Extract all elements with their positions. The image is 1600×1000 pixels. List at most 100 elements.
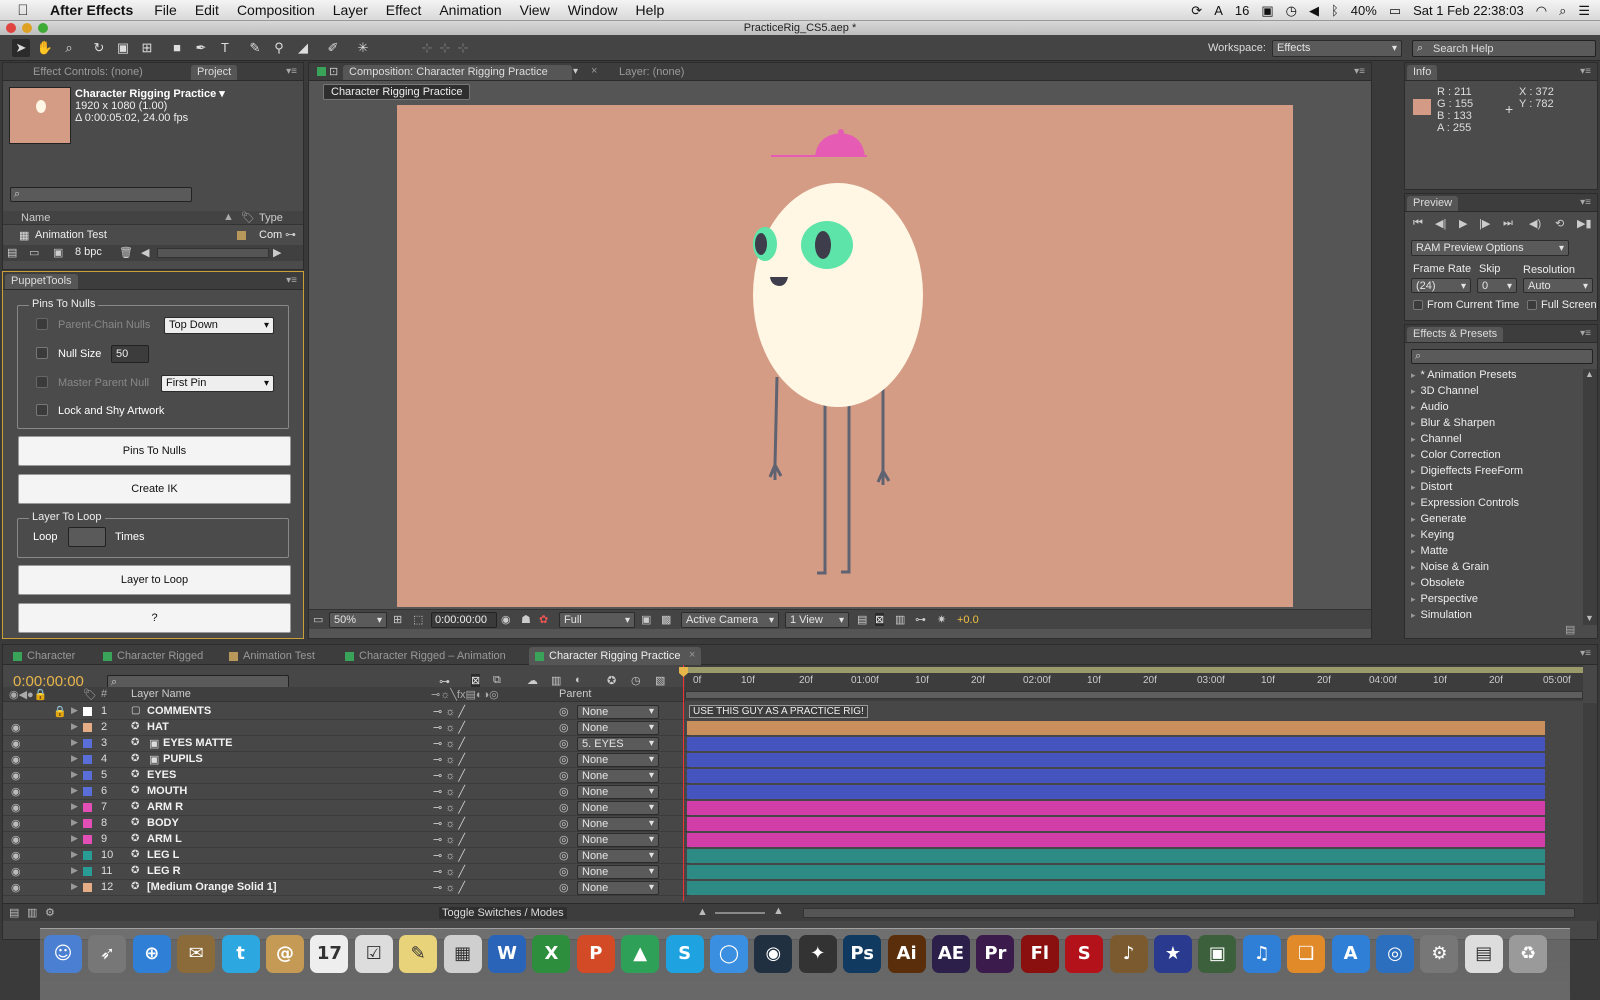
col-layer-name[interactable]: Layer Name (131, 688, 191, 700)
dock-app-icon[interactable]: ⚙ (1420, 935, 1459, 973)
roto-brush-tool-icon[interactable]: ✐ (324, 39, 342, 57)
label-column-icon[interactable]: 🏷 (241, 211, 255, 224)
dock-app-icon[interactable]: ◯ (710, 935, 748, 973)
parent-dropdown[interactable]: None (577, 865, 659, 879)
layer-label-color[interactable] (83, 771, 92, 780)
panel-menu-icon[interactable]: ▾≡ (286, 66, 297, 77)
new-preset-icon[interactable]: ▤ (1565, 623, 1575, 636)
tab-label[interactable]: Character (27, 650, 75, 662)
layer-row[interactable]: ◉ ▶ 11 ✪ LEG R ⊸ ☼ ╱ ◎ None (3, 864, 689, 880)
full-screen-checkbox[interactable] (1527, 300, 1537, 310)
dock-app-icon[interactable]: @ (266, 935, 304, 973)
dock-app-icon[interactable]: AE (932, 935, 970, 973)
character-canvas[interactable] (397, 105, 1293, 607)
layer-switches[interactable]: ⊸ ☼ ╱ (433, 817, 465, 830)
tab-effects-presets[interactable]: Effects & Presets (1407, 327, 1504, 342)
toggle-switches-modes-button[interactable]: Toggle Switches / Modes (439, 907, 567, 919)
expand-layer-icon[interactable]: ▶ (71, 833, 78, 844)
toggle-pixel-aspect-icon[interactable]: ▤ (857, 613, 867, 626)
workspace-dropdown[interactable]: Effects (1272, 40, 1402, 57)
comp-breadcrumb[interactable]: Character Rigging Practice (323, 84, 471, 100)
parent-dropdown[interactable]: None (577, 817, 659, 831)
volume-icon[interactable]: ◀ (1309, 3, 1319, 19)
view-layout-dropdown[interactable]: 1 View (785, 612, 849, 628)
previous-frame-icon[interactable]: ◀| (1435, 217, 1446, 230)
expand-modes-icon[interactable]: ▥ (27, 906, 37, 919)
dock-app-icon[interactable]: S (665, 935, 704, 973)
menu-edit[interactable]: Edit (186, 2, 228, 18)
effect-category[interactable]: Matte (1411, 545, 1449, 557)
eye-icon[interactable]: ◉ (11, 801, 21, 814)
exposure-value[interactable]: +0.0 (957, 614, 979, 626)
dock-app-icon[interactable]: ☺ (44, 935, 82, 973)
pickwhip-icon[interactable]: ◎ (559, 865, 569, 878)
dock-app-icon[interactable]: Ps (843, 935, 882, 973)
tab-effect-controls[interactable]: Effect Controls: (none) (27, 65, 149, 80)
parent-dropdown[interactable]: None (577, 705, 659, 719)
expand-layer-icon[interactable]: ▶ (71, 801, 78, 812)
panel-menu-icon[interactable]: ▾≡ (1580, 66, 1591, 77)
tab-layer[interactable]: Layer: (none) (609, 65, 729, 80)
layer-row[interactable]: ◉ ▶ 12 ✪ [Medium Orange Solid 1] ⊸ ☼ ╱ ◎ None (3, 880, 689, 896)
layer-duration-bar[interactable] (687, 801, 1545, 815)
layer-row[interactable]: 🔒 ▶ 1 ▢ COMMENTS ⊸ ☼ ╱ ◎ None (3, 704, 689, 720)
frame-rate-dropdown[interactable]: (24) (1411, 278, 1471, 294)
axis-world-icon[interactable]: ⊹ (436, 39, 454, 57)
layer-name[interactable]: EYES MATTE (163, 737, 232, 749)
pickwhip-icon[interactable]: ◎ (559, 833, 569, 846)
adobe-icon[interactable]: A (1214, 3, 1223, 18)
layer-label-color[interactable] (83, 883, 92, 892)
notification-icon[interactable]: ☰ (1578, 3, 1590, 19)
layer-row[interactable]: ◉ ▶ 6 ✪ MOUTH ⊸ ☼ ╱ ◎ None (3, 784, 689, 800)
eraser-tool-icon[interactable]: ◢ (294, 39, 312, 57)
flowchart-icon[interactable]: ⊶ (285, 228, 296, 241)
layer-switches[interactable]: ⊸ ☼ ╱ (433, 721, 465, 734)
eye-icon[interactable]: ◉ (11, 753, 21, 766)
dock-app-icon[interactable]: ▲ (621, 935, 660, 973)
parent-chain-checkbox[interactable] (36, 318, 48, 330)
spotlight-icon[interactable]: ⌕ (1559, 3, 1566, 19)
dock-app-icon[interactable]: ✦ (798, 935, 837, 973)
effect-category[interactable]: Obsolete (1411, 577, 1465, 589)
snapshot-icon[interactable]: ◉ (501, 613, 511, 626)
dock-app-icon[interactable]: ➶ (88, 935, 127, 973)
panel-menu-icon[interactable]: ▾≡ (1580, 648, 1591, 659)
project-hscrollbar[interactable] (157, 248, 269, 258)
graph-editor-icon[interactable]: ▧ (655, 674, 665, 687)
layer-switches[interactable]: ⊸ ☼ ╱ (433, 705, 465, 718)
brainstorm-icon[interactable]: ✪ (607, 674, 616, 687)
scroll-down-icon[interactable]: ▼ (1585, 613, 1594, 623)
tab-label[interactable]: Character Rigged (117, 650, 203, 662)
layer-name[interactable]: PUPILS (163, 753, 203, 765)
expand-layer-icon[interactable]: ▶ (71, 737, 78, 748)
layer-row[interactable]: ◉ ▶ 9 ✪ ARM L ⊸ ☼ ╱ ◎ None (3, 832, 689, 848)
eye-icon[interactable]: ◉ (11, 769, 21, 782)
help-button[interactable]: ? (18, 603, 291, 633)
work-area-bar[interactable] (685, 667, 1583, 673)
dock-app-icon[interactable]: X (532, 935, 571, 973)
effect-category[interactable]: Digieffects FreeForm (1411, 465, 1524, 477)
timeline-tab-active[interactable]: Character Rigging Practice × (529, 647, 701, 665)
effect-category[interactable]: Blur & Sharpen (1411, 417, 1496, 429)
switches-icons[interactable]: ⊸☼╲fx▤◐◑◎ (431, 688, 499, 701)
eye-icon[interactable]: ◉ (11, 817, 21, 830)
apple-icon[interactable]:  (0, 2, 46, 19)
layer-row[interactable]: ◉ ▶ 7 ✪ ARM R ⊸ ☼ ╱ ◎ None (3, 800, 689, 816)
dock-app-icon[interactable]: ▦ (443, 935, 482, 973)
menu-effect[interactable]: Effect (377, 2, 431, 18)
expand-switches-icon[interactable]: ▤ (9, 906, 19, 919)
auto-keyframe-icon[interactable]: ◷ (631, 674, 641, 687)
menu-app-name[interactable]: After Effects (46, 2, 145, 18)
col-number[interactable]: # (101, 688, 107, 700)
panel-menu-icon[interactable]: ▾≡ (1580, 328, 1591, 339)
dock-app-icon[interactable]: ❏ (1287, 935, 1326, 973)
dock-app-icon[interactable]: Pr (976, 935, 1015, 973)
tab-project[interactable]: Project (191, 65, 238, 80)
show-snapshot-icon[interactable]: ☗ (521, 613, 531, 626)
live-update-icon[interactable]: ⊠ (471, 674, 481, 687)
expand-layer-icon[interactable]: ▶ (71, 769, 78, 780)
zoom-window-icon[interactable] (38, 23, 48, 33)
layer-switches[interactable]: ⊸ ☼ ╱ (433, 801, 465, 814)
layer-name[interactable]: HAT (147, 721, 169, 733)
zoom-tool-icon[interactable]: ⌕ (60, 39, 78, 57)
